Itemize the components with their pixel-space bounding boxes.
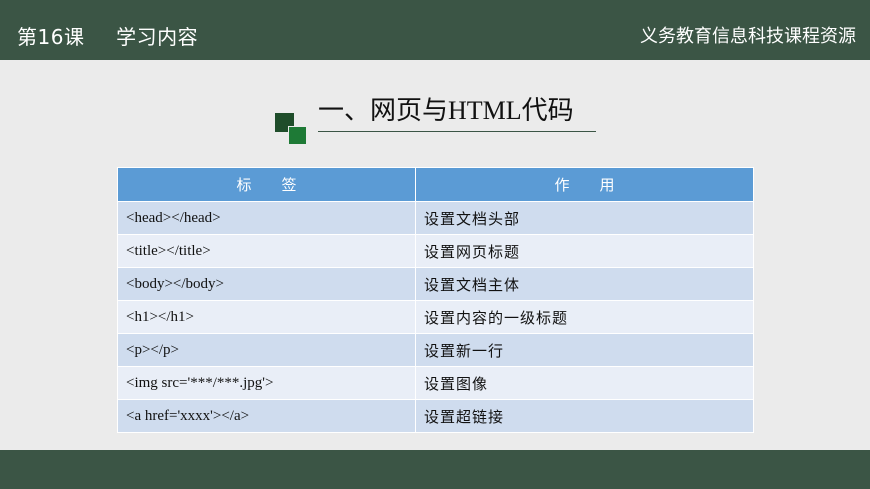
decor-square-green xyxy=(288,126,307,145)
bottom-bar xyxy=(0,450,870,489)
tag-cell: <body></body> xyxy=(117,267,416,301)
table-row: <p></p> 设置新一行 xyxy=(117,333,754,367)
resource-label: 义务教育信息科技课程资源 xyxy=(640,26,856,47)
slide-title: 一、网页与HTML代码 xyxy=(318,96,574,125)
tag-cell: <head></head> xyxy=(117,201,416,235)
lesson-heading: 第16课 学习内容 xyxy=(17,21,198,50)
tag-cell: <h1></h1> xyxy=(117,300,416,334)
use-cell: 设置文档主体 xyxy=(415,267,754,301)
table-row: <head></head> 设置文档头部 xyxy=(117,201,754,235)
lesson-number: 第16课 xyxy=(17,25,85,49)
table-row: <img src='***/***.jpg'> 设置图像 xyxy=(117,366,754,400)
tag-cell: <p></p> xyxy=(117,333,416,367)
use-cell: 设置图像 xyxy=(415,366,754,400)
table-row: <body></body> 设置文档主体 xyxy=(117,267,754,301)
top-bar: 第16课 学习内容 义务教育信息科技课程资源 xyxy=(0,0,870,60)
tag-cell: <img src='***/***.jpg'> xyxy=(117,366,416,400)
use-cell: 设置超链接 xyxy=(415,399,754,433)
header-tag: 标 签 xyxy=(117,167,416,202)
table-row: <title></title> 设置网页标题 xyxy=(117,234,754,268)
tag-cell: <a href='xxxx'></a> xyxy=(117,399,416,433)
tag-table: 标 签 作 用 <head></head> 设置文档头部 <title></ti… xyxy=(117,167,754,433)
use-cell: 设置文档头部 xyxy=(415,201,754,235)
tag-cell: <title></title> xyxy=(117,234,416,268)
table-header-row: 标 签 作 用 xyxy=(117,167,754,202)
title-underline xyxy=(318,131,596,132)
header-use: 作 用 xyxy=(415,167,754,202)
use-cell: 设置新一行 xyxy=(415,333,754,367)
table-row: <h1></h1> 设置内容的一级标题 xyxy=(117,300,754,334)
table-row: <a href='xxxx'></a> 设置超链接 xyxy=(117,399,754,433)
lesson-title: 学习内容 xyxy=(116,25,199,49)
use-cell: 设置内容的一级标题 xyxy=(415,300,754,334)
use-cell: 设置网页标题 xyxy=(415,234,754,268)
